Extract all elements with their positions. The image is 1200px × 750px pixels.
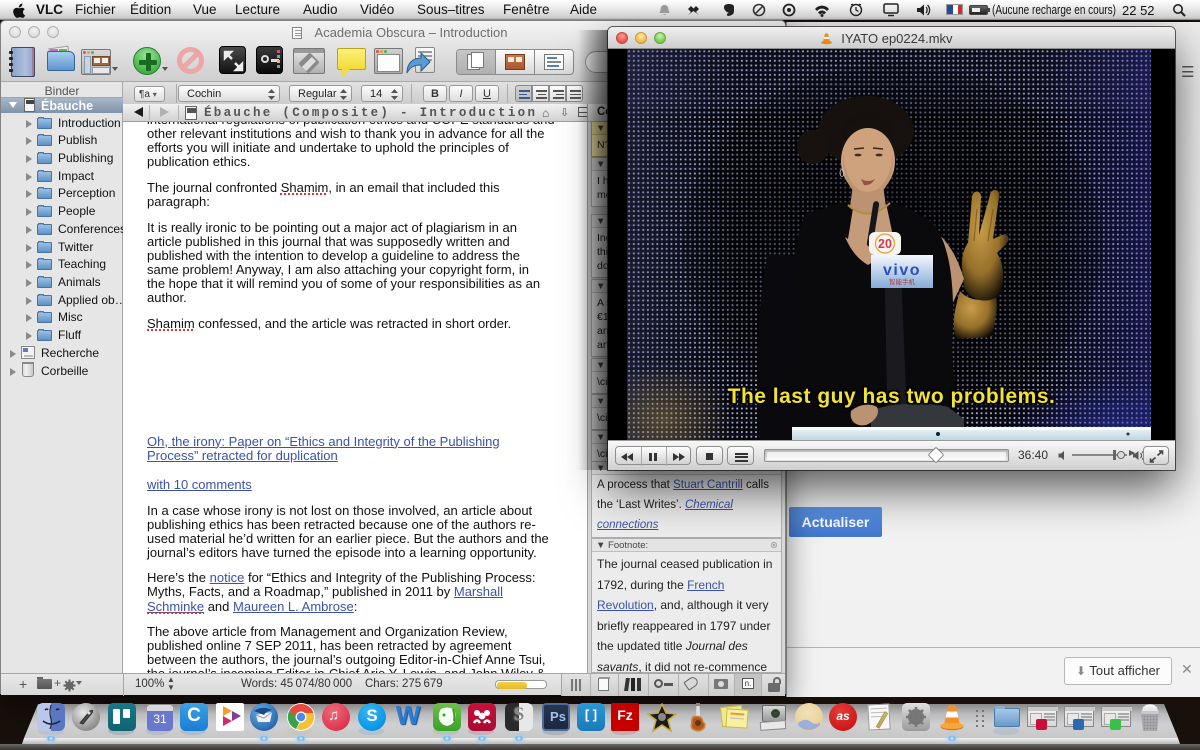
svg-text:vivo: vivo [883, 262, 921, 279]
svg-text:智能手机: 智能手机 [889, 277, 916, 286]
svg-text:20: 20 [878, 237, 892, 251]
